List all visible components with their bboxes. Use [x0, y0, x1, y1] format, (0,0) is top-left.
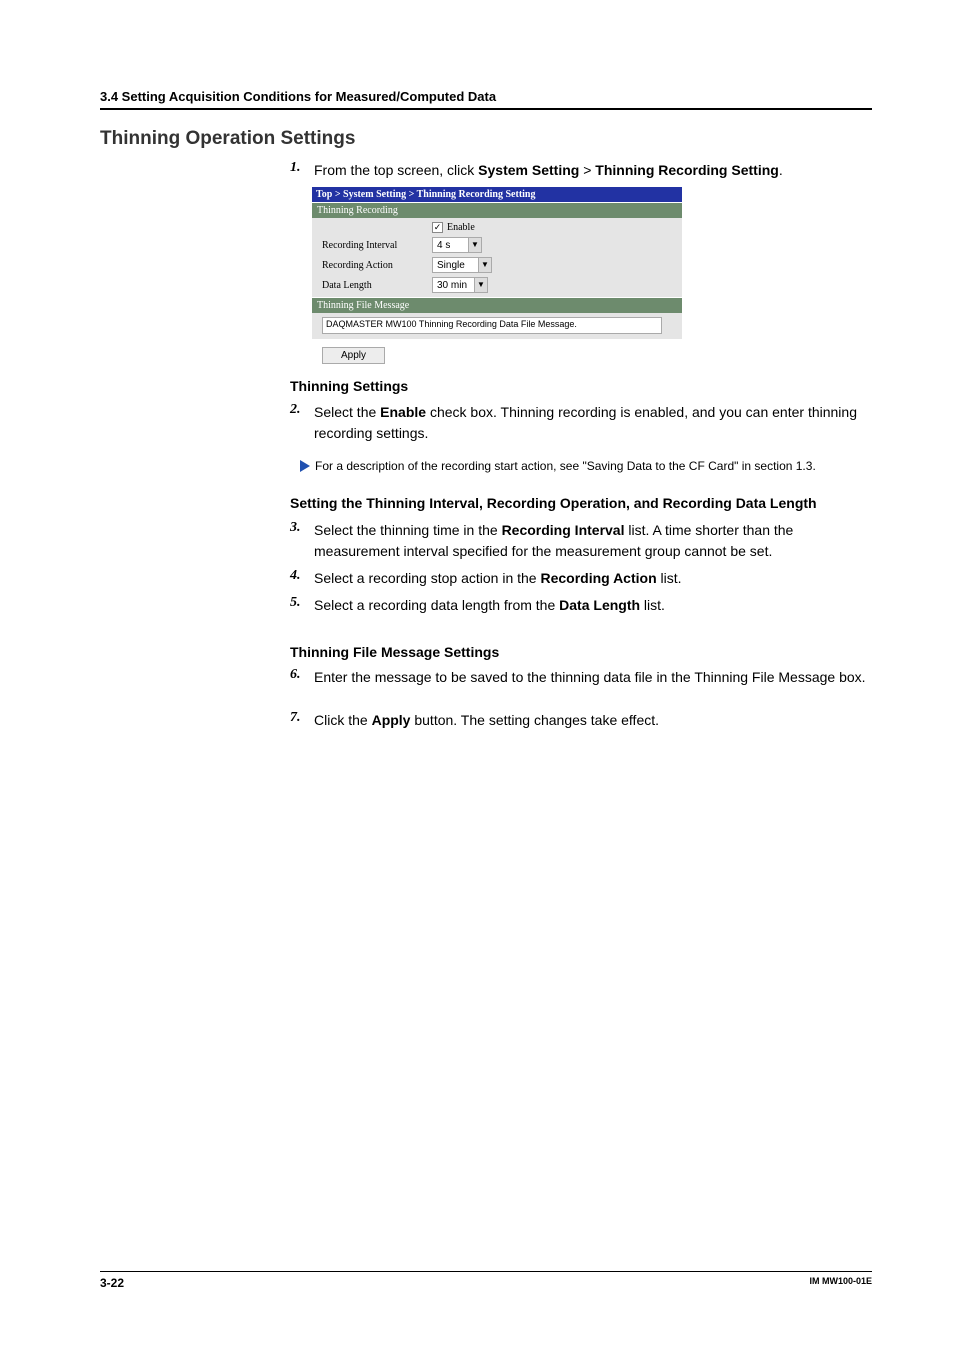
bold: Thinning Recording Setting [595, 162, 779, 178]
step-text: Click the Apply button. The setting chan… [314, 710, 872, 731]
text: button. The setting changes take effect. [410, 712, 659, 728]
step-number: 5. [290, 595, 314, 611]
text: list. [657, 570, 682, 586]
sub-heading-setting-interval: Setting the Thinning Interval, Recording… [290, 493, 872, 514]
doc-id: IM MW100-01E [809, 1276, 872, 1290]
bold: Data Length [559, 597, 640, 613]
settings-screenshot: Top > System Setting > Thinning Recordin… [312, 187, 682, 364]
text: Select a recording stop action in the [314, 570, 540, 586]
panel-header-thinning-recording: Thinning Recording [312, 203, 682, 218]
step-number: 2. [290, 402, 314, 418]
step-number: 1. [290, 160, 314, 176]
section-header: 3.4 Setting Acquisition Conditions for M… [100, 88, 872, 110]
enable-checkbox[interactable]: ✓ Enable [432, 222, 475, 233]
breadcrumb: Top > System Setting > Thinning Recordin… [312, 187, 682, 202]
text: Click the [314, 712, 372, 728]
length-row: Data Length 30 min ▼ [312, 275, 682, 295]
page-number: 3-22 [100, 1276, 124, 1290]
select-value: 30 min [433, 280, 474, 291]
chevron-down-icon: ▼ [474, 278, 487, 292]
recording-action-select[interactable]: Single ▼ [432, 257, 492, 273]
step-7: 7. Click the Apply button. The setting c… [290, 710, 872, 731]
thinning-file-message-input[interactable]: DAQMASTER MW100 Thinning Recording Data … [322, 317, 662, 334]
select-value: 4 s [433, 240, 468, 251]
sub-heading-thinning-settings: Thinning Settings [290, 378, 872, 394]
form-label: Data Length [322, 280, 432, 291]
panel-body-2: DAQMASTER MW100 Thinning Recording Data … [312, 313, 682, 339]
text: Select the [314, 404, 380, 420]
text: . [779, 162, 783, 178]
step-text: Select a recording stop action in the Re… [314, 568, 872, 589]
step-number: 6. [290, 667, 314, 683]
bold: System Setting [478, 162, 579, 178]
form-label: Recording Action [322, 260, 432, 271]
step-6: 6. Enter the message to be saved to the … [290, 667, 872, 688]
text: From the top screen, click [314, 162, 478, 178]
step-text: Enter the message to be saved to the thi… [314, 667, 872, 688]
form-label: Recording Interval [322, 240, 432, 251]
note-text: For a description of the recording start… [315, 458, 816, 475]
bold: Recording Action [540, 570, 656, 586]
panel-body: ✓ Enable Recording Interval 4 s ▼ Record… [312, 218, 682, 297]
data-length-select[interactable]: 30 min ▼ [432, 277, 488, 293]
step-text: Select a recording data length from the … [314, 595, 872, 616]
step-1: 1. From the top screen, click System Set… [290, 160, 872, 181]
text: list. [640, 597, 665, 613]
text: Select a recording data length from the [314, 597, 559, 613]
enable-row: ✓ Enable [312, 220, 682, 235]
sub-heading-thinning-file-message: Thinning File Message Settings [290, 642, 872, 663]
step-3: 3. Select the thinning time in the Recor… [290, 520, 872, 562]
step-5: 5. Select a recording data length from t… [290, 595, 872, 616]
step-number: 4. [290, 568, 314, 584]
page-footer: 3-22 IM MW100-01E [100, 1271, 872, 1290]
recording-interval-select[interactable]: 4 s ▼ [432, 237, 482, 253]
step-number: 3. [290, 520, 314, 536]
text: Enter the message to be saved to the thi… [314, 669, 866, 685]
select-value: Single [433, 260, 478, 271]
checkbox-label: Enable [447, 222, 475, 233]
interval-row: Recording Interval 4 s ▼ [312, 235, 682, 255]
checkbox-icon: ✓ [432, 222, 443, 233]
main-heading: Thinning Operation Settings [100, 128, 872, 150]
text: > [579, 162, 595, 178]
text: Select the thinning time in the [314, 522, 502, 538]
bold: Apply [372, 712, 411, 728]
section-header-text: 3.4 Setting Acquisition Conditions for M… [100, 89, 496, 104]
apply-button[interactable]: Apply [322, 347, 385, 364]
step-4: 4. Select a recording stop action in the… [290, 568, 872, 589]
note: For a description of the recording start… [300, 458, 872, 475]
bold: Recording Interval [502, 522, 625, 538]
chevron-down-icon: ▼ [468, 238, 481, 252]
action-row: Recording Action Single ▼ [312, 255, 682, 275]
step-text: From the top screen, click System Settin… [314, 160, 872, 181]
panel-header-thinning-file-message: Thinning File Message [312, 298, 682, 313]
chevron-down-icon: ▼ [478, 258, 491, 272]
bold: Enable [380, 404, 426, 420]
step-text: Select the Enable check box. Thinning re… [314, 402, 872, 444]
step-2: 2. Select the Enable check box. Thinning… [290, 402, 872, 444]
step-text: Select the thinning time in the Recordin… [314, 520, 872, 562]
note-arrow-icon [300, 460, 310, 472]
step-number: 7. [290, 710, 314, 726]
